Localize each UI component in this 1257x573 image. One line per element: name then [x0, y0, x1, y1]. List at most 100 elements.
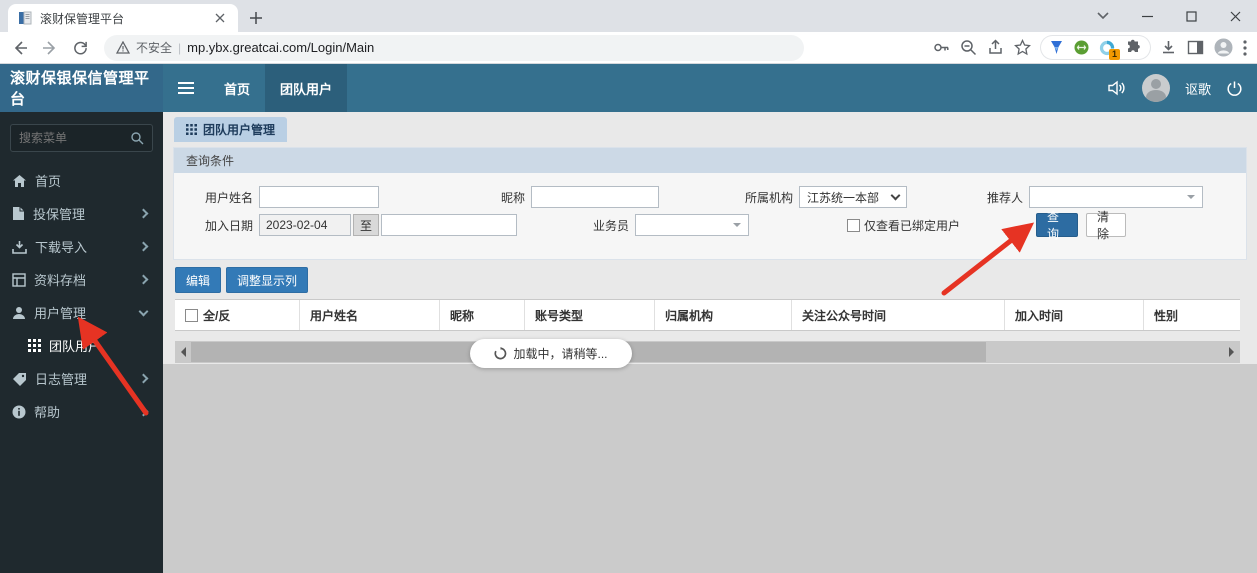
zoom-out-icon[interactable] — [960, 39, 977, 56]
horizontal-scrollbar[interactable] — [175, 341, 1240, 363]
query-panel-body: 用户姓名 昵称 所属机构 江苏统一本部 推荐人 加入日期 2023-02-04 … — [174, 173, 1246, 259]
browser-menu-icon[interactable] — [1243, 39, 1247, 56]
table-header-select-all: 全/反 — [175, 300, 300, 330]
extensions-pill: 1 — [1041, 36, 1150, 60]
navbar-right: 讴歌 — [1107, 64, 1257, 112]
clear-button[interactable]: 清除 — [1086, 210, 1126, 241]
sidebar-item-user-management[interactable]: 用户管理 — [0, 296, 163, 329]
adjust-columns-button[interactable]: 调整显示列 — [226, 267, 309, 293]
table-header-join-time: 加入时间 — [1005, 300, 1144, 330]
sidebar-item-label: 投保管理 — [33, 207, 86, 222]
extension-badge: 1 — [1108, 48, 1120, 60]
speaker-icon[interactable] — [1107, 79, 1127, 97]
chevron-right-icon — [138, 208, 149, 219]
user-avatar[interactable] — [1141, 74, 1170, 102]
profile-icon[interactable] — [1214, 38, 1233, 57]
back-icon[interactable] — [8, 36, 32, 60]
sidebar-search[interactable] — [10, 124, 153, 152]
select-all-checkbox[interactable] — [185, 308, 198, 322]
sidebar-item-log-management[interactable]: 日志管理 — [0, 362, 163, 395]
close-window-icon[interactable] — [1213, 0, 1257, 32]
column-label: 全/反 — [203, 308, 231, 323]
chevron-right-icon — [138, 373, 149, 384]
table-header-row: 全/反 用户姓名 昵称 账号类型 归属机构 关注公众号时间 加入时间 性别 — [175, 299, 1240, 331]
sidebar-item-team-users[interactable]: 团队用户 — [0, 329, 163, 362]
username-input[interactable] — [259, 186, 379, 208]
sidebar-item-archive[interactable]: 资料存档 — [0, 263, 163, 296]
search-button[interactable]: 查询 — [1036, 210, 1078, 241]
share-icon[interactable] — [987, 39, 1004, 56]
caret-down-icon — [733, 223, 741, 231]
toolbar-icons: 1 — [933, 36, 1249, 60]
bound-only-checkbox[interactable] — [847, 218, 860, 232]
join-date-from-input[interactable] — [259, 214, 351, 236]
downloads-icon[interactable] — [1160, 39, 1177, 56]
password-key-icon[interactable] — [933, 39, 950, 56]
table-header-org: 归属机构 — [655, 300, 792, 330]
favicon — [18, 11, 32, 25]
extension-v-icon[interactable] — [1049, 40, 1064, 55]
date-to-label: 至 — [353, 214, 379, 236]
tab-close-icon[interactable] — [212, 10, 228, 26]
maximize-icon[interactable] — [1169, 0, 1213, 32]
table-header-account-type: 账号类型 — [525, 300, 655, 330]
bookmark-star-icon[interactable] — [1014, 39, 1031, 56]
sidebar-item-download-import[interactable]: 下载导入 — [0, 230, 163, 263]
minimize-icon[interactable] — [1125, 0, 1169, 32]
download-icon — [12, 240, 27, 254]
content-area: 团队用户管理 查询条件 用户姓名 昵称 所属机构 江苏统一本部 推荐人 加入日期… — [163, 112, 1257, 573]
chevron-down-icon — [890, 190, 901, 201]
tab-search-chevron-icon[interactable] — [1081, 0, 1125, 32]
side-panel-icon[interactable] — [1187, 39, 1204, 56]
sidebar-item-label: 日志管理 — [35, 372, 88, 387]
sidebar: 首页 投保管理 下载导入 资料存档 — [0, 112, 163, 573]
table-header-username: 用户姓名 — [300, 300, 440, 330]
query-panel: 查询条件 用户姓名 昵称 所属机构 江苏统一本部 推荐人 加入日期 2023-0… — [173, 147, 1247, 260]
nickname-label: 昵称 — [500, 190, 525, 205]
grid-icon — [28, 339, 41, 352]
referrer-select[interactable] — [1029, 186, 1203, 208]
scroll-right-icon[interactable] — [1224, 341, 1240, 363]
empty-gray-area — [163, 364, 1257, 573]
org-label: 所属机构 — [744, 190, 793, 205]
sidebar-toggle-button[interactable] — [163, 64, 209, 112]
referrer-label: 推荐人 — [986, 190, 1023, 205]
user-icon — [12, 306, 26, 320]
extension-ring-icon[interactable]: 1 — [1099, 40, 1120, 60]
table-header-follow-time: 关注公众号时间 — [792, 300, 1005, 330]
navbar-username: 讴歌 — [1184, 81, 1211, 97]
search-icon[interactable] — [130, 131, 144, 145]
navbar-tab-team-users[interactable]: 团队用户 — [265, 64, 348, 112]
nickname-input[interactable] — [531, 186, 659, 208]
sidebar-item-help[interactable]: 帮助 — [0, 395, 163, 428]
edit-button[interactable]: 编辑 — [175, 267, 222, 293]
sidebar-item-home[interactable]: 首页 — [0, 164, 163, 197]
url-bar[interactable]: 不安全 | mp.ybx.greatcai.com/Login/Main — [104, 34, 804, 61]
reload-icon[interactable] — [68, 36, 92, 60]
spinner-icon — [494, 347, 507, 360]
salesman-label: 业务员 — [592, 218, 629, 233]
salesman-select[interactable] — [635, 214, 749, 236]
info-icon — [12, 405, 26, 419]
power-icon[interactable] — [1226, 80, 1243, 97]
query-panel-title: 查询条件 — [174, 148, 1246, 173]
scroll-left-icon[interactable] — [175, 341, 191, 363]
url-separator: | — [178, 40, 182, 55]
extensions-puzzle-icon[interactable] — [1125, 39, 1142, 56]
sidebar-item-insurance[interactable]: 投保管理 — [0, 197, 163, 230]
sidebar-search-input[interactable] — [19, 131, 130, 145]
extension-green-icon[interactable] — [1074, 40, 1089, 55]
join-date-to-input[interactable] — [381, 214, 517, 236]
sidebar-item-label: 团队用户 — [49, 339, 102, 354]
browser-tab[interactable]: 滚财保管理平台 — [8, 4, 238, 32]
new-tab-icon[interactable] — [248, 10, 264, 26]
forward-icon[interactable] — [38, 36, 62, 60]
org-select-value: 江苏统一本部 — [807, 190, 880, 205]
tab-team-user-management[interactable]: 团队用户管理 — [174, 117, 288, 142]
not-secure-warning-icon[interactable] — [116, 41, 130, 54]
org-select[interactable]: 江苏统一本部 — [799, 186, 907, 208]
navbar-tab-home[interactable]: 首页 — [209, 64, 265, 112]
app-brand: 滚财保银保信管理平台 — [0, 64, 163, 112]
chevron-right-icon — [138, 406, 149, 417]
home-icon — [12, 174, 27, 188]
